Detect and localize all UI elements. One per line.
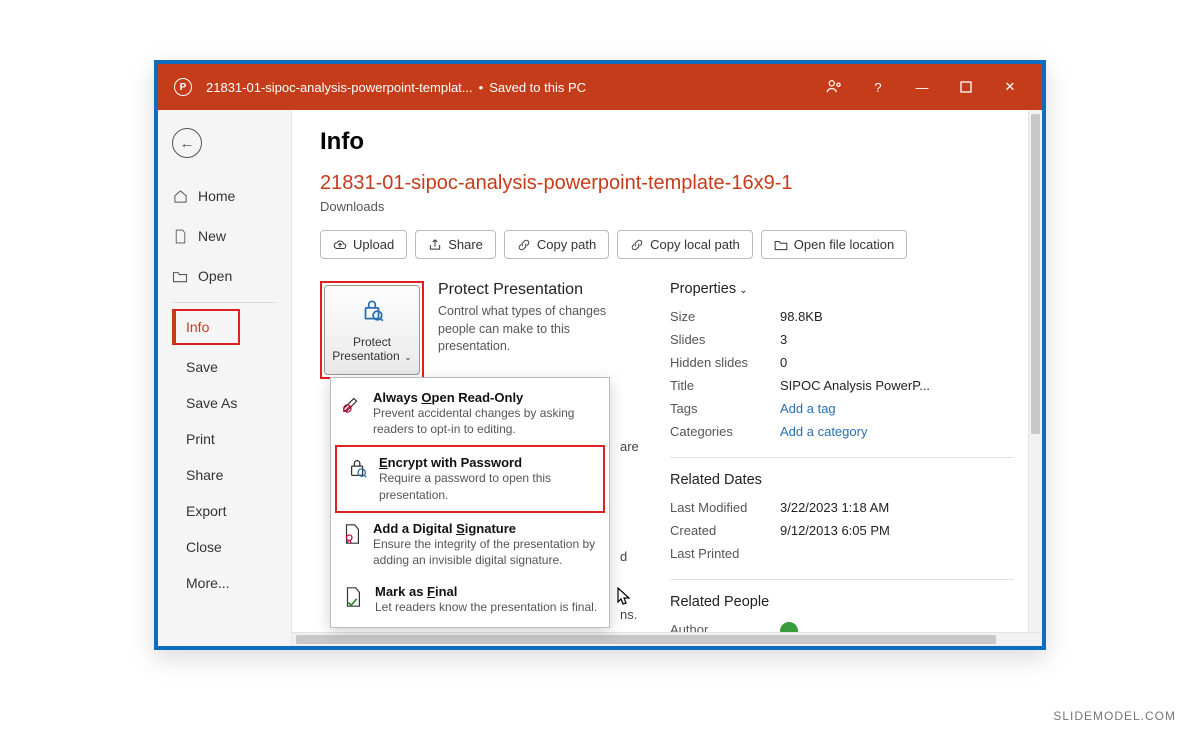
nav-share[interactable]: Share	[158, 457, 291, 493]
prop-size: Size98.8KB	[670, 305, 1014, 328]
divider	[670, 457, 1014, 458]
nav-more[interactable]: More...	[158, 565, 291, 601]
open-icon	[172, 270, 188, 283]
related-people-header: Related People	[670, 594, 1014, 610]
nav-info[interactable]: Info	[172, 309, 240, 345]
file-name: 21831-01-sipoc-analysis-powerpoint-templ…	[206, 80, 473, 95]
action-row: Upload Share Copy path Copy local path O…	[320, 230, 1014, 259]
lock-icon	[359, 297, 385, 329]
prop-slides: Slides3	[670, 328, 1014, 351]
menu-mark-as-final[interactable]: Mark as Final Let readers know the prese…	[331, 576, 609, 623]
file-title: 21831-01-sipoc-analysis-powerpoint-templ…	[320, 172, 1014, 195]
scrollbar-horizontal[interactable]	[292, 632, 1042, 646]
nav-save-as[interactable]: Save As	[158, 385, 291, 421]
minimize-button[interactable]: —	[900, 64, 944, 110]
menu-add-digital-signature[interactable]: Add a Digital Signature Ensure the integ…	[331, 513, 609, 576]
nav-close[interactable]: Close	[158, 529, 291, 565]
menu-always-open-read-only[interactable]: Always Open Read-Only Prevent accidental…	[331, 382, 609, 445]
ribbon-icon	[341, 521, 363, 568]
pencil-prohibit-icon	[341, 390, 363, 437]
separator: •	[479, 80, 484, 95]
divider	[670, 579, 1014, 580]
file-path: Downloads	[320, 199, 1014, 214]
upload-button[interactable]: Upload	[320, 230, 407, 259]
powerpoint-window: P 21831-01-sipoc-analysis-powerpoint-tem…	[154, 60, 1046, 650]
prop-hidden-slides: Hidden slides0	[670, 351, 1014, 374]
prop-categories[interactable]: CategoriesAdd a category	[670, 420, 1014, 443]
nav-divider	[172, 302, 277, 303]
home-icon	[172, 189, 188, 204]
nav-label: Open	[198, 268, 232, 284]
nav-label: New	[198, 228, 226, 244]
copy-local-path-button[interactable]: Copy local path	[617, 230, 753, 259]
cursor-icon	[616, 587, 632, 610]
account-icon[interactable]	[812, 64, 856, 110]
nav-open[interactable]: Open	[158, 256, 291, 296]
save-status: Saved to this PC	[489, 80, 586, 95]
nav-export[interactable]: Export	[158, 493, 291, 529]
prop-title: TitleSIPOC Analysis PowerP...	[670, 374, 1014, 397]
nav-new[interactable]: New	[158, 216, 291, 256]
lock-icon	[347, 455, 369, 502]
maximize-button[interactable]	[944, 64, 988, 110]
obscured-text: are	[620, 439, 639, 454]
chevron-down-icon: ⌄	[402, 352, 412, 362]
date-last-modified: Last Modified3/22/2023 1:18 AM	[670, 496, 1014, 519]
page-title: Info	[320, 128, 1014, 156]
share-button[interactable]: Share	[415, 230, 496, 259]
related-dates-header: Related Dates	[670, 472, 1014, 488]
nav-home[interactable]: Home	[158, 176, 291, 216]
scrollbar-vertical[interactable]	[1028, 110, 1042, 632]
protect-description: Control what types of changes people can…	[438, 303, 618, 356]
menu-encrypt-with-password[interactable]: Encrypt with Password Require a password…	[335, 445, 605, 512]
date-created: Created9/12/2013 6:05 PM	[670, 519, 1014, 542]
copy-path-button[interactable]: Copy path	[504, 230, 609, 259]
chevron-down-icon: ⌄	[739, 285, 747, 296]
backstage-body: ← Home New Open Info Save	[158, 110, 1042, 646]
sidebar: ← Home New Open Info Save	[158, 110, 292, 646]
nav-print[interactable]: Print	[158, 421, 291, 457]
protect-dropdown: Always Open Read-Only Prevent accidental…	[330, 377, 610, 628]
help-button[interactable]: ?	[856, 64, 900, 110]
protect-heading: Protect Presentation	[438, 281, 618, 299]
properties-panel: Properties⌄ Size98.8KB Slides3 Hidden sl…	[670, 281, 1014, 644]
date-last-printed: Last Printed	[670, 542, 1014, 565]
highlight-box: Protect Presentation ⌄	[320, 281, 424, 379]
nav-save[interactable]: Save	[158, 349, 291, 385]
obscured-text: d	[620, 549, 627, 564]
protect-section: Protect Presentation ⌄ Protect Presentat…	[320, 281, 640, 644]
document-check-icon	[341, 584, 365, 615]
close-button[interactable]: ✕	[988, 64, 1032, 110]
watermark: SLIDEMODEL.COM	[1053, 709, 1176, 723]
prop-tags[interactable]: TagsAdd a tag	[670, 397, 1014, 420]
new-icon	[172, 229, 188, 244]
powerpoint-icon: P	[174, 78, 192, 96]
main-panel: Info 21831-01-sipoc-analysis-powerpoint-…	[292, 110, 1042, 646]
titlebar: P 21831-01-sipoc-analysis-powerpoint-tem…	[158, 64, 1042, 110]
back-button[interactable]: ←	[172, 128, 202, 158]
properties-header[interactable]: Properties⌄	[670, 281, 1014, 297]
protect-presentation-button[interactable]: Protect Presentation ⌄	[324, 285, 420, 375]
nav-label: Home	[198, 188, 235, 204]
open-file-location-button[interactable]: Open file location	[761, 230, 907, 259]
